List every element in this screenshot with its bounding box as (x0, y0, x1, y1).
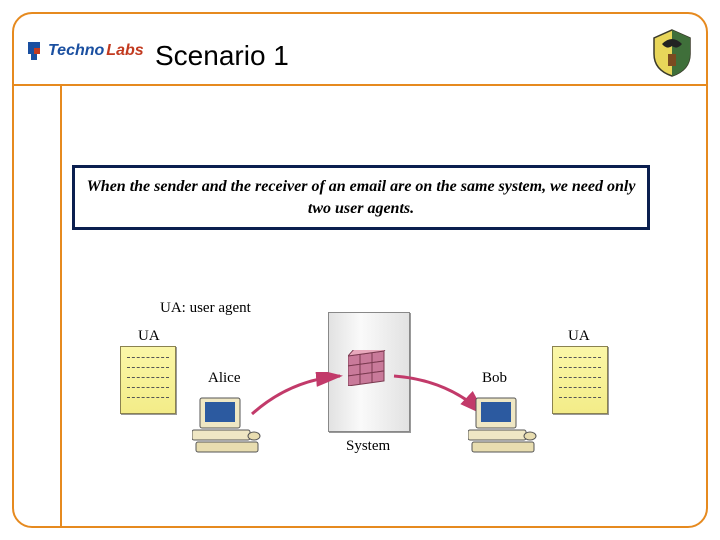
right-computer-icon (468, 396, 538, 456)
logo-mark-icon (28, 42, 46, 60)
brand-logo: TechnoLabs (28, 42, 144, 60)
header-divider (12, 84, 708, 86)
right-mailbox-icon (552, 346, 608, 414)
left-ua-label: UA (138, 328, 160, 345)
callout-box: When the sender and the receiver of an e… (72, 165, 650, 230)
left-user-label: Alice (208, 370, 240, 387)
system-label: System (346, 438, 390, 455)
left-divider (60, 84, 62, 528)
page-title: Scenario 1 (155, 40, 289, 72)
storage-icon (348, 350, 388, 386)
right-ua-label: UA (568, 328, 590, 345)
arrow-send-icon (250, 372, 350, 427)
logo-text-part2: Labs (106, 42, 143, 60)
right-user-label: Bob (482, 370, 507, 387)
diagram: UA: user agent UA Alice (120, 300, 620, 480)
legend-label: UA: user agent (160, 300, 251, 317)
logo-text-part1: Techno (48, 42, 104, 60)
callout-text: When the sender and the receiver of an e… (87, 178, 636, 217)
left-mailbox-icon (120, 346, 176, 414)
crest-icon (650, 28, 694, 83)
